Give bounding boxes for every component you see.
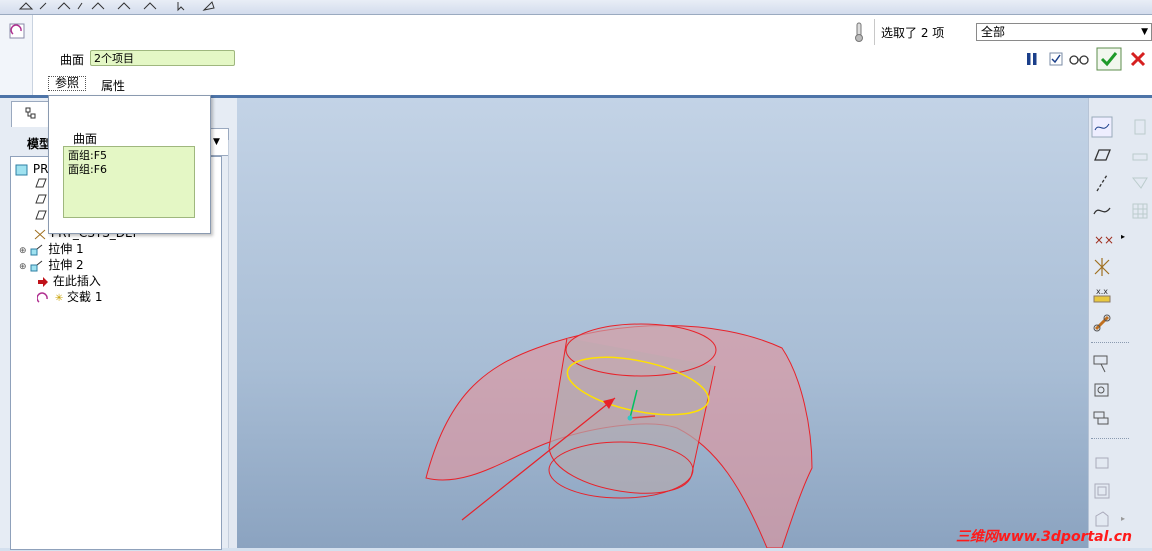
selection-filter-dropdown[interactable]: 全部 ▼: [976, 23, 1152, 41]
datum-axis-tool-icon[interactable]: [1091, 172, 1113, 194]
tree-item-label: 交截 1: [67, 290, 103, 304]
tree-row-intersect-1[interactable]: ✳ 交截 1: [36, 289, 103, 305]
tree-row-part[interactable]: PR: [15, 161, 48, 177]
part-icon: [15, 164, 28, 175]
new-feature-star-icon: ✳: [54, 293, 64, 304]
model-tree-icon: [25, 107, 36, 119]
csys-origin: [627, 415, 633, 421]
grid-tool-icon: [1132, 203, 1148, 219]
csys-icon: [34, 229, 46, 239]
arrow-right-icon: [38, 276, 48, 287]
toolbar-divider: [1091, 438, 1129, 439]
top-toolbar: [0, 0, 1152, 15]
chevron-down-icon: ▼: [1141, 27, 1148, 37]
chevron-down-icon: ▼: [213, 137, 220, 147]
model-surfaces[interactable]: [231, 98, 1088, 549]
intersect-icon: [36, 291, 48, 303]
datum-plane-icon: [35, 178, 47, 188]
panel-splitter[interactable]: [228, 140, 237, 548]
revolve-tool-icon: [1094, 483, 1110, 499]
popup-surfaces-list[interactable]: 面组:F5 面组:F6: [63, 146, 195, 218]
selection-filter-value: 全部: [981, 25, 1006, 39]
datum-point-tool-icon[interactable]: ×××: [1091, 228, 1113, 250]
toolbar-divider: [1091, 342, 1129, 343]
tree-row-extrude-2[interactable]: ⊕ 拉伸 2: [19, 257, 84, 273]
preview-checkbox[interactable]: [1049, 52, 1063, 66]
datum-display-icons[interactable]: [18, 0, 138, 12]
extrude-icon: [30, 260, 43, 271]
thermometer-icon: [855, 22, 863, 42]
svg-text:×××: ×××: [1094, 233, 1113, 247]
pause-icon[interactable]: [1025, 51, 1039, 67]
datum-plane-tool-icon[interactable]: [1091, 144, 1113, 166]
popup-surfaces-label: 曲面: [73, 132, 98, 146]
surface-collector[interactable]: 2个项目: [90, 50, 235, 66]
disabled-tool-icon: [1134, 119, 1146, 135]
tree-item-label: 拉伸 1: [48, 242, 84, 256]
tab-properties[interactable]: 属性: [101, 77, 125, 94]
flyout-arrow-icon[interactable]: ▸: [1121, 232, 1125, 241]
disabled-tool-icon: [1132, 153, 1148, 161]
list-item[interactable]: 面组:F6: [68, 163, 190, 177]
tree-settings-dropdown[interactable]: ▼: [209, 128, 229, 156]
tab-model-tree[interactable]: [11, 101, 51, 127]
tab-references[interactable]: 参照: [48, 76, 86, 91]
list-item[interactable]: 面组:F5: [68, 149, 190, 163]
tree-item-label: 拉伸 2: [48, 258, 84, 272]
tree-row-datum-plane[interactable]: [33, 177, 47, 193]
datum-plane-icon: [35, 210, 47, 220]
extrude-tool-icon: [1095, 457, 1109, 469]
divider: [874, 19, 875, 45]
mirror-tool-icon[interactable]: [1091, 380, 1113, 402]
tree-item-label: PR: [32, 162, 49, 176]
flyout-arrow-icon: ▸: [1121, 514, 1126, 523]
csys-tool-icon[interactable]: [1091, 256, 1113, 278]
glasses-preview-icon[interactable]: [1068, 52, 1090, 66]
cancel-button[interactable]: [1129, 50, 1147, 68]
extrude-icon: [30, 244, 43, 255]
cylinder-top-edge: [565, 323, 717, 377]
watermark: 三维网www.3dportal.cn: [955, 529, 1132, 545]
chain-tool-icon[interactable]: [1091, 312, 1113, 334]
pattern-tool-icon[interactable]: [1091, 408, 1113, 430]
datum-display-toggle-icon[interactable]: [1091, 116, 1113, 138]
select-tool-icons[interactable]: [176, 0, 216, 12]
selection-status: 选取了 2 项: [881, 26, 945, 40]
expand-icon[interactable]: ⊕: [19, 262, 27, 272]
tree-item-label: 在此插入: [52, 274, 101, 288]
datum-csys-icon[interactable]: [140, 0, 160, 12]
intersect-feature-icon: [9, 23, 25, 39]
right-toolbar: ××× ▸ x.x ▸: [1088, 98, 1152, 548]
analysis-tool-icon[interactable]: x.x: [1091, 284, 1113, 306]
disabled-tool-icon: [1131, 177, 1148, 189]
tree-row-datum-plane[interactable]: [33, 209, 47, 225]
datum-curve-tool-icon[interactable]: [1091, 200, 1113, 222]
svg-text:x.x: x.x: [1096, 287, 1108, 296]
dashboard-side-strip: [0, 15, 33, 95]
accept-button[interactable]: [1096, 47, 1122, 71]
graphics-window[interactable]: [231, 98, 1088, 549]
expand-icon[interactable]: ⊕: [19, 246, 27, 256]
tree-row-datum-plane[interactable]: [33, 193, 47, 209]
copy-tool-icon[interactable]: [1091, 352, 1113, 374]
datum-plane-icon: [35, 194, 47, 204]
tree-row-insert-here[interactable]: 在此插入: [37, 273, 101, 289]
references-popup: 曲面 面组:F5 面组:F6: [48, 95, 211, 234]
surface-collector-label: 曲面: [60, 53, 85, 67]
tree-row-extrude-1[interactable]: ⊕ 拉伸 1: [19, 241, 84, 257]
